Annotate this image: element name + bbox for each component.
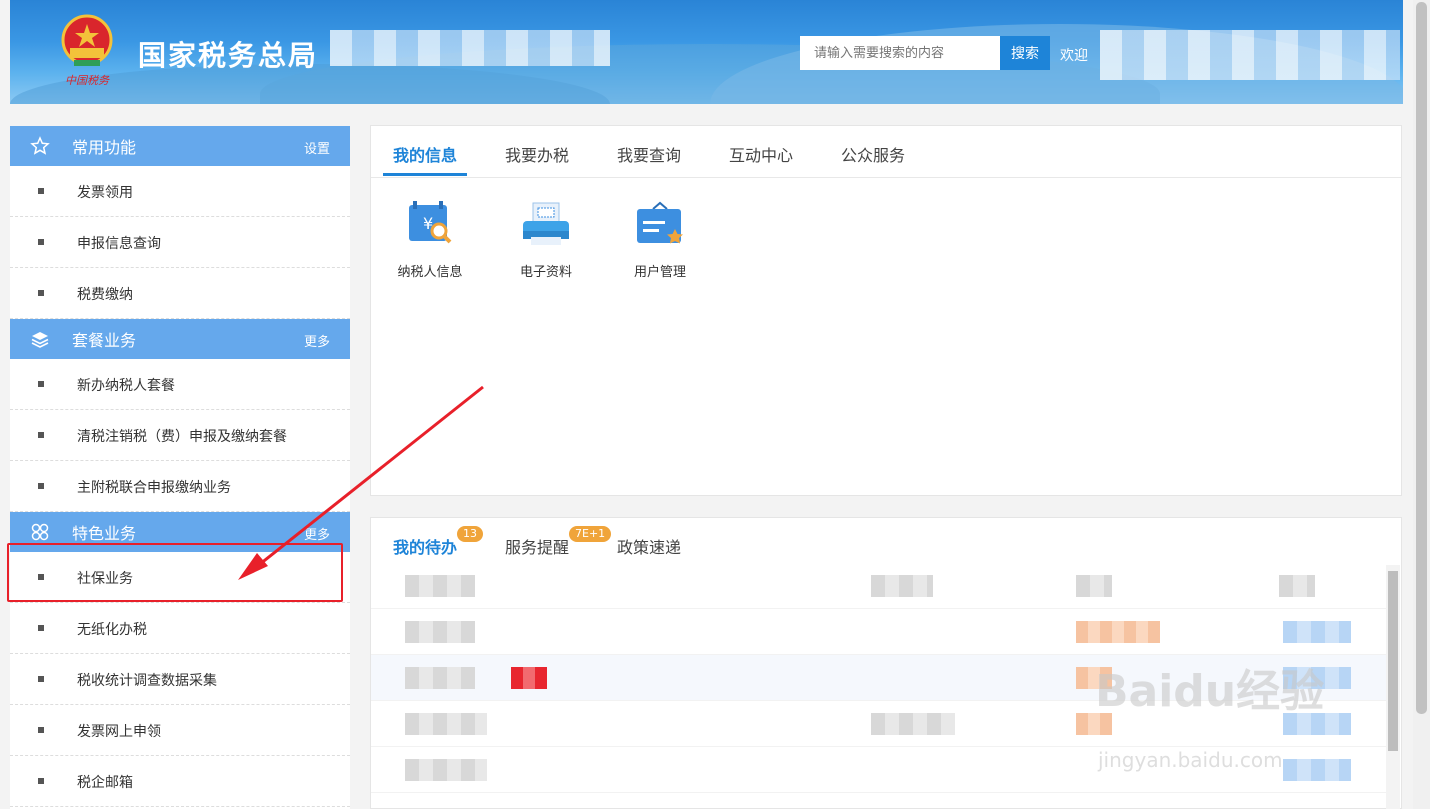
emblem-text: 中国税务 [65, 74, 110, 87]
sidebar-item-label: 申报信息查询 [77, 236, 161, 252]
active-tab-indicator [383, 173, 467, 176]
redacted-cell [405, 759, 487, 781]
bullet-icon [38, 778, 44, 784]
settings-link[interactable]: 设置 [304, 138, 330, 157]
redacted-cell [405, 575, 475, 597]
sidebar-item-label: 税费缴纳 [77, 287, 133, 303]
layers-icon [31, 332, 49, 348]
sidebar-item-label: 新办纳税人套餐 [77, 378, 175, 394]
app-electronic-data[interactable]: 电子资料 [501, 201, 591, 280]
redacted-region [1100, 30, 1400, 80]
redacted-cell [871, 713, 955, 735]
app-user-management[interactable]: 用户管理 [615, 201, 705, 280]
app-taxpayer-info[interactable]: ¥ 纳税人信息 [385, 201, 475, 280]
bullet-icon [38, 625, 44, 631]
sidebar-item-label: 无纸化办税 [77, 622, 147, 638]
tab-interaction[interactable]: 互动中心 [729, 142, 793, 166]
todo-count-badge: 13 [457, 526, 483, 542]
redacted-cell [1076, 575, 1112, 597]
site-header: 中国税务 国家税务总局 搜索 欢迎 [10, 0, 1403, 104]
bullet-icon [38, 676, 44, 682]
table-row[interactable] [371, 609, 1389, 655]
sidebar-item-declaration-query[interactable]: 申报信息查询 [10, 217, 350, 268]
sidebar-item-invoice-collect[interactable]: 发票领用 [10, 166, 350, 217]
sidebar-item-label: 主附税联合申报缴纳业务 [77, 480, 231, 496]
site-title[interactable]: 国家税务总局 [138, 34, 318, 74]
sidebar-item-tax-payment[interactable]: 税费缴纳 [10, 268, 350, 319]
tab-my-info[interactable]: 我的信息 [393, 142, 457, 166]
bullet-icon [38, 239, 44, 245]
tab-public-service[interactable]: 公众服务 [841, 142, 905, 166]
user-management-icon [637, 201, 683, 244]
bullet-icon [38, 290, 44, 296]
sidebar-item-joint-declaration[interactable]: 主附税联合申报缴纳业务 [10, 461, 350, 512]
redacted-region [330, 30, 610, 66]
watermark-url: jingyan.baidu.com [1098, 748, 1283, 772]
sidebar-item-paperless[interactable]: 无纸化办税 [10, 603, 350, 654]
redacted-cell [405, 621, 475, 643]
star-icon [30, 136, 50, 155]
section-title: 常用功能 [72, 138, 137, 157]
sidebar-item-statistics-survey[interactable]: 税收统计调查数据采集 [10, 654, 350, 705]
sidebar-item-label: 发票网上申领 [77, 724, 161, 740]
tab-service-reminder[interactable]: 服务提醒 [505, 534, 569, 558]
more-link[interactable]: 更多 [304, 331, 330, 350]
bullet-icon [38, 188, 44, 194]
reminder-count-badge: 7E+1 [569, 526, 612, 542]
search-input[interactable] [800, 36, 1000, 70]
national-emblem-icon[interactable]: 中国税务 [52, 8, 122, 88]
sidebar-item-mailbox[interactable]: 税企邮箱 [10, 756, 350, 807]
page-scrollbar[interactable] [1413, 0, 1430, 809]
sidebar-item-online-invoice[interactable]: 发票网上申领 [10, 705, 350, 756]
redacted-cell [1076, 621, 1160, 643]
sidebar: 常用功能 设置 发票领用 申报信息查询 税费缴纳 套餐业务 更多 新办纳税人套餐… [10, 126, 350, 809]
section-header-packages: 套餐业务 更多 [10, 319, 350, 359]
tab-query[interactable]: 我要查询 [617, 142, 681, 166]
welcome-text: 欢迎 [1060, 48, 1088, 64]
app-label: 纳税人信息 [397, 265, 463, 280]
redacted-cell [871, 575, 933, 597]
sidebar-item-label: 税企邮箱 [77, 775, 133, 791]
watermark-brand: Baidu经验 [1095, 666, 1325, 717]
redacted-cell [405, 667, 475, 689]
scrollbar-thumb[interactable] [1416, 2, 1427, 714]
redacted-cell [405, 713, 487, 735]
table-row[interactable] [371, 563, 1389, 609]
tab-my-todo[interactable]: 我的待办 [393, 534, 457, 558]
section-header-common: 常用功能 设置 [10, 126, 350, 166]
highlight-box [7, 543, 343, 602]
sidebar-item-new-taxpayer[interactable]: 新办纳税人套餐 [10, 359, 350, 410]
app-label: 用户管理 [633, 265, 686, 280]
app-label: 电子资料 [519, 265, 572, 280]
more-link[interactable]: 更多 [304, 524, 330, 543]
tab-divider [371, 177, 1401, 178]
scrollbar-thumb[interactable] [1388, 571, 1398, 751]
sidebar-item-deregistration[interactable]: 清税注销税（费）申报及缴纳套餐 [10, 410, 350, 461]
tab-policy-news[interactable]: 政策速递 [617, 534, 681, 558]
sidebar-item-label: 税收统计调查数据采集 [77, 673, 217, 689]
printer-icon [523, 202, 569, 245]
section-title: 特色业务 [72, 524, 137, 543]
bullet-icon [38, 381, 44, 387]
grid-icon [31, 523, 49, 541]
redacted-tag [511, 667, 547, 689]
redacted-button[interactable] [1283, 621, 1351, 643]
bullet-icon [38, 727, 44, 733]
redacted-cell [1279, 575, 1315, 597]
taxpayer-info-icon: ¥ [409, 201, 452, 244]
search-button[interactable]: 搜索 [1000, 36, 1050, 70]
panel-scrollbar[interactable] [1386, 565, 1400, 809]
tab-tax-handling[interactable]: 我要办税 [505, 142, 569, 166]
sidebar-item-label: 发票领用 [77, 185, 133, 201]
redacted-button[interactable] [1283, 759, 1351, 781]
my-info-panel: 我的信息 我要办税 我要查询 互动中心 公众服务 ¥ 纳税人信息 电子资料 用户… [370, 125, 1402, 496]
section-title: 套餐业务 [72, 331, 137, 350]
bullet-icon [38, 432, 44, 438]
sidebar-item-label: 清税注销税（费）申报及缴纳套餐 [77, 429, 287, 445]
bullet-icon [38, 483, 44, 489]
